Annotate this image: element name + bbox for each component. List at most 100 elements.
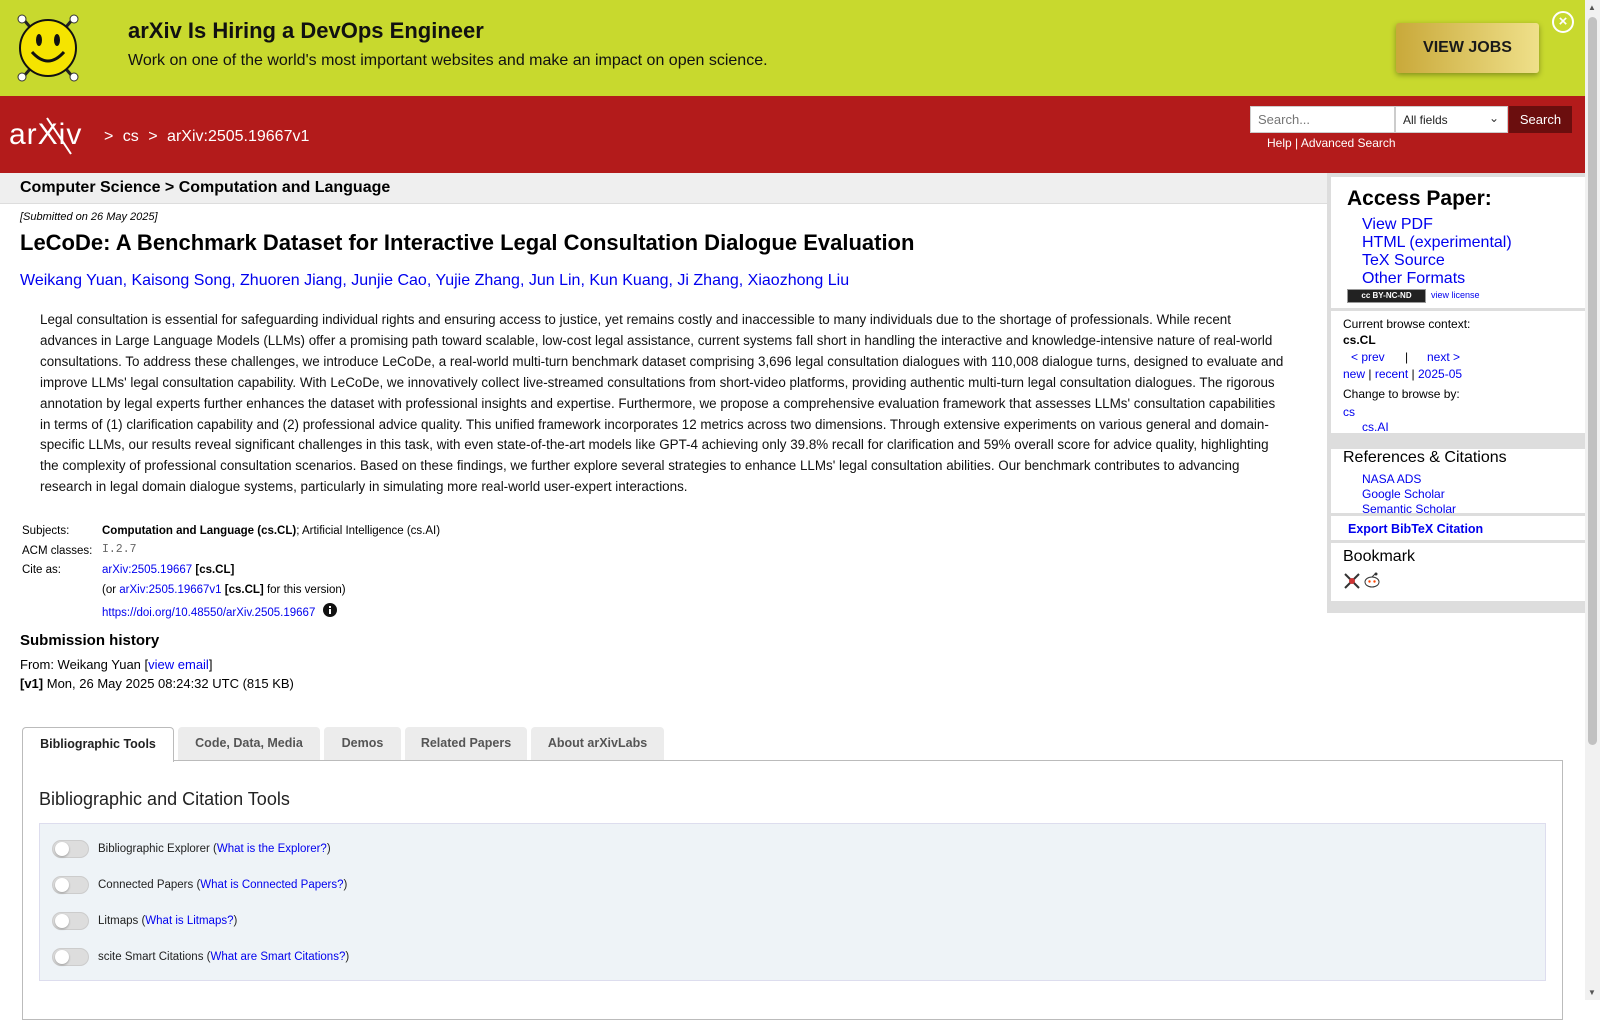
bookmark-box: Bookmark [1331,543,1585,601]
new-link[interactable]: new [1343,367,1365,381]
submission-from: From: Weikang Yuan [view email] [20,657,212,672]
author-link[interactable]: Yujie Zhang [435,272,520,289]
banner-subtitle: Work on one of the world's most importan… [128,52,768,69]
author-link[interactable]: Kun Kuang [589,272,668,289]
tool-help-link[interactable]: What is Connected Papers? [200,879,343,891]
doi-link[interactable]: https://doi.org/10.48550/arXiv.2505.1966… [102,607,315,619]
breadcrumb-sep: > [104,128,114,145]
page-scrollbar[interactable]: ▲ ▼ [1585,0,1600,1000]
access-paper-box: Access Paper: View PDF HTML (experimenta… [1331,177,1585,308]
tool-help-link[interactable]: What are Smart Citations? [210,951,345,963]
author-link[interactable]: Zhuoren Jiang [240,272,342,289]
scroll-up-icon[interactable]: ▲ [1588,3,1596,12]
hiring-banner: arXiv Is Hiring a DevOps Engineer Work o… [0,0,1585,96]
view-jobs-button[interactable]: VIEW JOBS [1396,23,1539,73]
context-label: Current browse context: [1343,317,1471,331]
export-bibtex-link[interactable]: Export BibTeX Citation [1348,522,1483,536]
cite-version-line: (or arXiv:2505.19667v1 [cs.CL] for this … [102,584,346,596]
abstract: Legal consultation is essential for safe… [40,312,1284,495]
search-button[interactable]: Search [1509,106,1572,133]
submission-history-title: Submission history [20,632,160,649]
smiley-icon [17,14,79,82]
view-email-link[interactable]: view email [148,657,209,672]
toggle-switch[interactable] [52,912,89,930]
prev-link[interactable]: < prev [1351,350,1385,364]
pipe: | [1411,367,1415,381]
svg-text:arXiv: arXiv [9,118,82,151]
author-link[interactable]: Kaisong Song [132,272,232,289]
bracket: ] [208,657,213,672]
references-title: References & Citations [1343,449,1507,466]
cc-license-badge[interactable]: cc BY-NC-ND [1347,289,1426,303]
help-link[interactable]: Help [1267,136,1292,150]
subject-heading: Computer Science > Computation and Langu… [20,179,391,196]
primary-subject: Computation and Language (cs.CL) [102,525,297,537]
advanced-search-link[interactable]: Advanced Search [1301,136,1396,150]
search-field-select[interactable]: All fields ⌄ [1395,106,1508,133]
access-paper-title: Access Paper: [1347,187,1492,210]
breadcrumb-cs[interactable]: cs [123,128,139,145]
toggle-switch[interactable] [52,948,89,966]
tools-list: Bibliographic Explorer (What is the Expl… [39,823,1546,981]
nasa-ads-link[interactable]: NASA ADS [1362,472,1456,487]
view-license-link[interactable]: view license [1431,290,1480,300]
tex-source-link[interactable]: TeX Source [1362,252,1512,270]
search-field-value: All fields [1403,113,1448,127]
scroll-thumb[interactable] [1588,17,1597,745]
tool-help-link[interactable]: What is the Explorer? [217,843,327,855]
view-pdf-link[interactable]: View PDF [1362,216,1512,234]
google-scholar-link[interactable]: Google Scholar [1362,487,1456,502]
tool-help-link[interactable]: What is Litmaps? [145,915,233,927]
cite-tag: [cs.CL] [195,564,235,576]
tab-bibliographic-tools[interactable]: Bibliographic Tools [22,727,174,762]
author-link[interactable]: Jun Lin [529,272,581,289]
toggle-switch[interactable] [52,876,89,894]
recent-link[interactable]: recent [1375,367,1408,381]
bibsonomy-icon[interactable] [1343,572,1361,590]
cite-id-link[interactable]: arXiv:2505.19667 [102,564,192,576]
browse-cs-link[interactable]: cs [1343,405,1355,419]
tab-about-arxivlabs[interactable]: About arXivLabs [531,727,664,760]
breadcrumb-paper-id: arXiv:2505.19667v1 [167,128,310,145]
info-icon[interactable] [322,603,337,617]
tab-related-papers[interactable]: Related Papers [405,727,527,760]
reddit-icon[interactable] [1363,571,1381,589]
cite-or: (or [102,584,117,596]
author-link[interactable]: Ji Zhang [677,272,738,289]
site-header: arXiv > cs > arXiv:2505.19667v1 All fiel… [0,96,1585,173]
browse-context-box: Current browse context: cs.CL < prev | n… [1331,311,1585,434]
cite-version-suffix: for this version) [266,584,346,596]
html-link[interactable]: HTML (experimental) [1362,234,1512,252]
tools-title: Bibliographic and Citation Tools [39,789,290,809]
breadcrumb: > cs > arXiv:2505.19667v1 [104,128,314,146]
access-links: View PDF HTML (experimental) TeX Source … [1362,216,1512,288]
subjects-label: Subjects: [22,525,70,537]
cite-line: arXiv:2505.19667 [cs.CL] [102,564,234,576]
tab-code-data-media[interactable]: Code, Data, Media [178,727,320,760]
browse-cs-ai-link[interactable]: cs.AI [1362,420,1389,434]
semantic-scholar-link[interactable]: Semantic Scholar [1362,502,1456,517]
toggle-switch[interactable] [52,840,89,858]
next-link[interactable]: next > [1427,350,1460,364]
export-box: Export BibTeX Citation [1331,516,1585,540]
scroll-down-icon[interactable]: ▼ [1588,988,1596,997]
other-formats-link[interactable]: Other Formats [1362,270,1512,288]
browse-links: new | recent | 2025-05 [1343,367,1462,381]
cite-version-link[interactable]: arXiv:2505.19667v1 [119,584,221,596]
cite-version-tag: [cs.CL] [224,584,264,596]
chevron-down-icon: ⌄ [1488,111,1499,125]
close-icon[interactable]: × [1552,11,1574,33]
search-input[interactable] [1250,106,1395,133]
month-link[interactable]: 2025-05 [1418,367,1462,381]
v1-label[interactable]: [v1] [20,676,43,691]
author-link[interactable]: Xiaozhong Liu [748,272,849,289]
v1-date: Mon, 26 May 2025 08:24:32 UTC (815 KB) [46,676,294,691]
tool-label: scite Smart Citations (What are Smart Ci… [98,951,350,963]
submission-date: [Submitted on 26 May 2025] [20,211,158,223]
author-link[interactable]: Weikang Yuan [20,272,123,289]
author-link[interactable]: Junjie Cao [351,272,427,289]
arxiv-logo[interactable]: arXiv [9,114,101,156]
tab-demos[interactable]: Demos [324,727,401,760]
acm-value: I.2.7 [102,543,137,556]
cite-label: Cite as: [22,564,61,576]
